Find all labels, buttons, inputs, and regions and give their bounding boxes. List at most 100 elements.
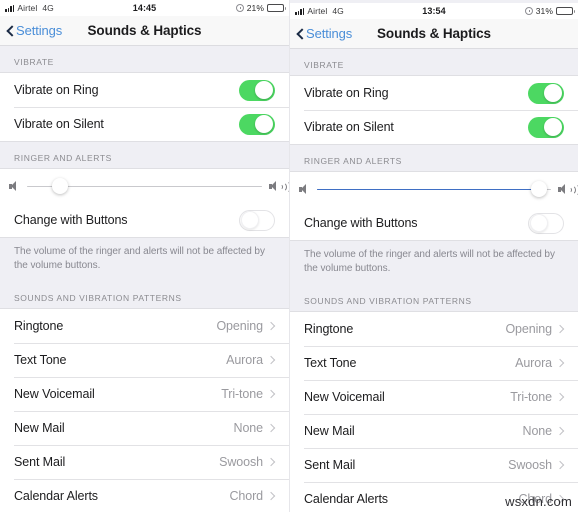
ringer-volume-slider[interactable] xyxy=(317,181,551,197)
row-text-tone[interactable]: Text Tone Aurora xyxy=(290,346,578,380)
row-label: Vibrate on Ring xyxy=(14,83,99,97)
row-new-voicemail[interactable]: New Voicemail Tri-tone xyxy=(0,377,289,411)
row-sent-mail[interactable]: Sent Mail Swoosh xyxy=(290,448,578,482)
chevron-right-icon xyxy=(557,428,564,435)
ringer-group: Change with Buttons xyxy=(290,171,578,241)
speaker-low-icon xyxy=(9,181,20,192)
row-label: Calendar Alerts xyxy=(14,489,98,503)
chevron-right-icon xyxy=(268,493,275,500)
row-new-mail[interactable]: New Mail None xyxy=(290,414,578,448)
phone-screenshot-left: Airtel 4G 14:45 21% Settings Sounds & Ha… xyxy=(0,0,289,512)
alarm-clock-icon xyxy=(235,4,244,12)
row-accessory: Swoosh xyxy=(508,458,564,472)
row-ringtone[interactable]: Ringtone Opening xyxy=(290,312,578,346)
chevron-right-icon xyxy=(557,326,564,333)
row-label: New Voicemail xyxy=(14,387,95,401)
section-header-sounds-and-vibration-patterns: SOUNDS AND VIBRATION PATTERNS xyxy=(304,296,472,306)
row-accessory: None xyxy=(523,424,564,438)
change-with-buttons-toggle[interactable] xyxy=(528,212,564,234)
vibrate-on-ring-toggle[interactable] xyxy=(528,82,564,104)
row-vibrate-on-ring[interactable]: Vibrate on Ring xyxy=(0,73,289,107)
back-button-label: Settings xyxy=(16,23,63,38)
row-accessory: Opening xyxy=(505,322,564,336)
back-to-settings-button[interactable]: Settings xyxy=(0,23,62,38)
status-bar: Airtel 4G 14:45 21% xyxy=(0,0,289,16)
row-sent-mail[interactable]: Sent Mail Swoosh xyxy=(0,445,289,479)
row-label: Text Tone xyxy=(304,356,357,370)
ringer-volume-slider[interactable] xyxy=(27,178,262,194)
chevron-right-icon xyxy=(557,462,564,469)
ringer-footer-note: The volume of the ringer and alerts will… xyxy=(14,246,265,271)
dual-screenshot-stage: Airtel 4G 14:45 21% Settings Sounds & Ha… xyxy=(0,0,578,512)
row-value: Swoosh xyxy=(508,458,552,472)
row-value: None xyxy=(522,424,553,438)
ringer-volume-row xyxy=(290,172,578,206)
row-new-voicemail[interactable]: New Voicemail Tri-tone xyxy=(290,380,578,414)
vibrate-group: Vibrate on Ring Vibrate on Silent xyxy=(290,75,578,145)
alarm-clock-icon xyxy=(524,7,533,15)
vibrate-on-ring-toggle[interactable] xyxy=(239,79,275,101)
row-value: Aurora xyxy=(226,353,263,367)
ringer-volume-row xyxy=(0,169,289,203)
row-ringtone[interactable]: Ringtone Opening xyxy=(0,309,289,343)
speaker-high-icon xyxy=(269,181,287,192)
vibrate-group: Vibrate on Ring Vibrate on Silent xyxy=(0,72,289,142)
row-label: New Voicemail xyxy=(304,390,385,404)
section-header-ringer-and-alerts: RINGER AND ALERTS xyxy=(304,156,402,166)
row-accessory xyxy=(239,79,275,101)
row-change-with-buttons[interactable]: Change with Buttons xyxy=(290,206,578,240)
row-new-mail[interactable]: New Mail None xyxy=(0,411,289,445)
row-accessory xyxy=(528,212,564,234)
vibrate-on-silent-toggle[interactable] xyxy=(239,113,275,135)
row-vibrate-on-ring[interactable]: Vibrate on Ring xyxy=(290,76,578,110)
row-accessory xyxy=(528,82,564,104)
chevron-right-icon xyxy=(268,391,275,398)
back-button-label: Settings xyxy=(306,26,353,41)
row-value: Aurora xyxy=(515,356,552,370)
row-accessory: Tri-tone xyxy=(221,387,275,401)
settings-content: VIBRATE Vibrate on Ring Vibrate on Silen… xyxy=(0,46,289,512)
back-to-settings-button[interactable]: Settings xyxy=(290,26,352,41)
status-bar: Airtel 4G 13:54 31% xyxy=(290,3,578,19)
battery-icon xyxy=(556,7,575,15)
phone-screenshot-right: Airtel 4G 13:54 31% Settings Sounds & Ha… xyxy=(289,0,578,512)
row-vibrate-on-silent[interactable]: Vibrate on Silent xyxy=(290,110,578,144)
section-header-vibrate: VIBRATE xyxy=(14,57,54,67)
row-value: Tri-tone xyxy=(510,390,552,404)
row-text-tone[interactable]: Text Tone Aurora xyxy=(0,343,289,377)
section-header-sounds-and-vibration-patterns: SOUNDS AND VIBRATION PATTERNS xyxy=(14,293,182,303)
row-accessory: Aurora xyxy=(226,353,275,367)
row-accessory: Chord xyxy=(229,489,275,503)
row-accessory: Aurora xyxy=(515,356,564,370)
row-label: Calendar Alerts xyxy=(304,492,388,506)
row-calendar-alerts[interactable]: Calendar Alerts Chord xyxy=(0,479,289,512)
change-with-buttons-toggle[interactable] xyxy=(239,209,275,231)
section-header-ringer-and-alerts: RINGER AND ALERTS xyxy=(14,153,112,163)
row-change-with-buttons[interactable]: Change with Buttons xyxy=(0,203,289,237)
chevron-right-icon xyxy=(268,357,275,364)
watermark-label: wsxdn.com xyxy=(505,494,572,509)
ringer-footer-note: The volume of the ringer and alerts will… xyxy=(304,249,555,274)
row-value: None xyxy=(233,421,264,435)
sounds-group: Ringtone Opening Text Tone Aurora New Vo… xyxy=(0,308,289,512)
status-bar-right: 31% xyxy=(524,6,575,16)
row-label: Vibrate on Silent xyxy=(14,117,104,131)
settings-content: VIBRATE Vibrate on Ring Vibrate on Silen… xyxy=(290,49,578,512)
row-accessory xyxy=(528,116,564,138)
battery-icon xyxy=(267,4,286,12)
chevron-right-icon xyxy=(557,394,564,401)
chevron-left-icon xyxy=(295,29,304,38)
row-label: Ringtone xyxy=(304,322,354,336)
row-value: Opening xyxy=(505,322,552,336)
row-accessory xyxy=(239,209,275,231)
row-accessory xyxy=(239,113,275,135)
row-vibrate-on-silent[interactable]: Vibrate on Silent xyxy=(0,107,289,141)
row-label: Vibrate on Silent xyxy=(304,120,394,134)
chevron-right-icon xyxy=(268,425,275,432)
chevron-right-icon xyxy=(557,360,564,367)
row-label: Sent Mail xyxy=(14,455,66,469)
vibrate-on-silent-toggle[interactable] xyxy=(528,116,564,138)
speaker-low-icon xyxy=(299,184,310,195)
navigation-bar: Settings Sounds & Haptics xyxy=(0,16,289,46)
row-accessory: Tri-tone xyxy=(510,390,564,404)
